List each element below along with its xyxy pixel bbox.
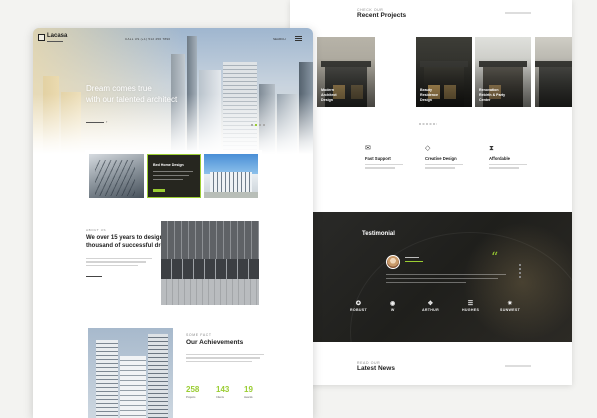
- project-caption: Renovation Rebirth & Party Center: [479, 88, 519, 103]
- stat-label: Clients: [216, 396, 224, 399]
- testimonial-role-placeholder: [405, 261, 423, 263]
- hero-section: Lacasa CALL US (+1) 512 456 7890 SEARCH …: [33, 28, 313, 154]
- stat-value: 258: [186, 385, 200, 394]
- achievements-title: Our Achievements: [186, 339, 244, 346]
- project-title-line: Beauty: [420, 88, 432, 92]
- project-title-line: Center: [479, 98, 491, 102]
- hero-slider-dot-active[interactable]: [255, 124, 257, 126]
- project-title-line: Residence: [420, 93, 438, 97]
- hero-cta-link[interactable]: [86, 122, 104, 124]
- showcase-stage: CHECK OUR Recent Projects Modern Archite…: [0, 0, 597, 418]
- gallery-image[interactable]: [89, 154, 144, 198]
- projects-view-all[interactable]: [505, 12, 531, 14]
- stat-label: Projects: [186, 396, 196, 399]
- project-title-line: Design: [321, 98, 333, 102]
- right-page-mockup: CHECK OUR Recent Projects Modern Archite…: [290, 0, 572, 385]
- project-card-partial-right[interactable]: [535, 37, 572, 107]
- hourglass-icon: ⧗: [489, 145, 494, 152]
- about-read-more[interactable]: [86, 275, 102, 278]
- project-title-line: Modern: [321, 88, 334, 92]
- client-logo: ✷ SUNWEST: [500, 301, 521, 312]
- feature-item: ✉ Fast Support: [365, 145, 423, 169]
- feature-title: Creative Design: [425, 156, 457, 161]
- project-card-active[interactable]: Beauty Residence Design: [416, 37, 472, 107]
- about-image: [161, 221, 259, 305]
- stat-awards: 19 Awards: [244, 385, 253, 399]
- project-card[interactable]: Modern Architect Design: [317, 37, 375, 107]
- stat-value: 143: [216, 385, 230, 394]
- testimonial-name-placeholder: [405, 257, 419, 259]
- project-title-line: Architect: [321, 93, 337, 97]
- client-logo: ◉ W: [390, 301, 396, 312]
- project-card[interactable]: Renovation Rebirth & Party Center: [475, 37, 531, 107]
- projects-carousel: Modern Architect Design Beauty Residence…: [290, 37, 572, 107]
- gallery-image[interactable]: [204, 154, 258, 198]
- envelope-icon: ✉: [365, 145, 371, 152]
- projects-header: CHECK OUR Recent Projects: [357, 8, 406, 19]
- gallery-card-button[interactable]: [153, 189, 165, 192]
- testimonial-pagination[interactable]: [519, 264, 521, 278]
- stat-projects: 258 Projects: [186, 385, 199, 399]
- projects-title: Recent Projects: [357, 12, 407, 19]
- menu-icon[interactable]: [295, 36, 302, 41]
- achievements-image: [88, 328, 173, 418]
- project-title-line: Renovation: [479, 88, 499, 92]
- project-caption: Modern Architect Design: [321, 88, 361, 103]
- achievements-eyebrow: SOME FACT: [186, 333, 212, 337]
- left-page-mockup: Lacasa CALL US (+1) 512 456 7890 SEARCH …: [33, 28, 313, 418]
- featured-gallery: Bed Home Design: [85, 150, 262, 202]
- feature-item: ⧗ Affordable: [489, 145, 547, 169]
- projects-pagination[interactable]: [419, 123, 437, 125]
- hero-headline-line: with our talented architect: [86, 95, 178, 104]
- client-logos: ✪ ROBUST ◉ W ✥ ARTHUR ☰ HUGHES ✷ SUNWEST: [350, 300, 550, 320]
- news-title: Latest News: [357, 365, 395, 372]
- hero-headline-line: Dream comes true: [86, 84, 152, 93]
- avatar: [386, 255, 400, 269]
- gallery-feature-card[interactable]: Bed Home Design: [147, 154, 201, 198]
- feature-item: ◇ Creative Design: [425, 145, 483, 169]
- header-phone[interactable]: CALL US (+1) 512 456 7890: [125, 37, 170, 41]
- quote-icon: “: [491, 250, 499, 266]
- stat-clients: 143 Clients: [216, 385, 229, 399]
- brand-tagline-placeholder: [47, 41, 63, 42]
- project-title-line: Rebirth & Party: [479, 93, 506, 97]
- diamond-icon: ◇: [425, 145, 431, 152]
- testimonial-section: Testimonial “ ✪ ROBUST ◉ W ✥ ARTHUR ☰ HUGHES…: [310, 212, 572, 342]
- chevron-right-icon[interactable]: ›: [106, 119, 107, 124]
- testimonial-title: Testimonial: [362, 231, 395, 237]
- news-view-all[interactable]: [505, 365, 531, 367]
- achievements-section: SOME FACT Our Achievements 258 Projects …: [186, 333, 264, 399]
- stat-value: 19: [244, 385, 253, 394]
- feature-title: Affordable: [489, 156, 510, 161]
- hero-slider-dots[interactable]: [251, 124, 265, 126]
- client-logo: ☰ HUGHES: [462, 301, 480, 312]
- feature-title: Fast Support: [365, 156, 391, 161]
- gallery-card-title: Bed Home Design: [153, 163, 184, 167]
- client-logo: ✪ ROBUST: [350, 301, 367, 312]
- project-title-line: Design: [420, 98, 432, 102]
- brand-logo-icon[interactable]: [38, 34, 45, 41]
- project-caption: Beauty Residence Design: [420, 88, 460, 103]
- about-title-line: We over 15 years to design: [86, 235, 164, 241]
- features-row: ✉ Fast Support ◇ Creative Design ⧗ Affor…: [290, 145, 572, 190]
- client-logo: ✥ ARTHUR: [422, 301, 439, 312]
- hero-headline: Dream comes true with our talented archi…: [86, 83, 177, 105]
- news-header: READ OUR Latest News: [357, 361, 395, 372]
- brand-name[interactable]: Lacasa: [47, 33, 67, 39]
- stat-label: Awards: [244, 396, 253, 399]
- search-link[interactable]: SEARCH: [273, 37, 286, 41]
